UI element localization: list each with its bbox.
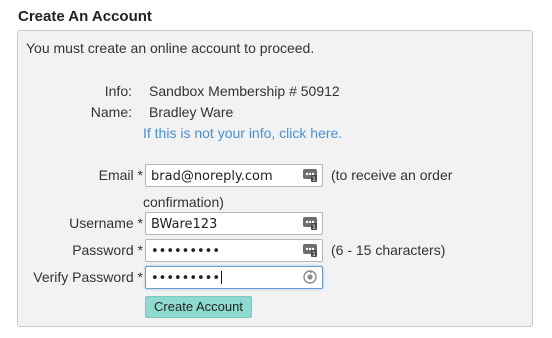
name-label: Name:	[90, 104, 132, 120]
email-field[interactable]: brad@noreply.com 1	[145, 164, 323, 187]
password-manager-icon[interactable]: 1	[303, 244, 317, 257]
verify-password-label: Verify Password *	[33, 269, 143, 285]
intro-text: You must create an online account to pro…	[26, 40, 315, 56]
svg-text:1: 1	[312, 251, 316, 257]
verify-password-field[interactable]: •••••••••	[145, 266, 323, 289]
password-generator-icon[interactable]	[303, 270, 317, 284]
page-title: Create An Account	[18, 8, 152, 25]
email-hint-continued: confirmation)	[143, 194, 224, 210]
svg-text:1: 1	[312, 224, 316, 230]
text-caret	[221, 271, 223, 284]
info-value: Sandbox Membership # 50912	[149, 83, 340, 99]
info-label: Info:	[104, 83, 132, 99]
password-field-value: •••••••••	[151, 244, 221, 259]
verify-password-field-value: •••••••••	[151, 271, 223, 286]
password-label: Password *	[72, 242, 143, 258]
email-label: Email *	[98, 167, 143, 183]
username-field[interactable]: BWare123 1	[145, 212, 323, 235]
email-field-value: brad@noreply.com	[151, 169, 273, 184]
not-your-info-link[interactable]: If this is not your info, click here.	[143, 125, 342, 141]
password-field[interactable]: ••••••••• 1	[145, 239, 323, 262]
username-label: Username *	[69, 215, 143, 231]
create-account-button[interactable]: Create Account	[145, 296, 252, 318]
password-hint: (6 - 15 characters)	[331, 242, 446, 258]
password-manager-icon[interactable]: 1	[303, 217, 317, 230]
email-hint: (to receive an order	[331, 167, 453, 183]
name-value: Bradley Ware	[149, 104, 234, 120]
svg-text:1: 1	[312, 176, 316, 182]
username-field-value: BWare123	[151, 217, 218, 232]
password-manager-icon[interactable]: 1	[303, 169, 317, 182]
